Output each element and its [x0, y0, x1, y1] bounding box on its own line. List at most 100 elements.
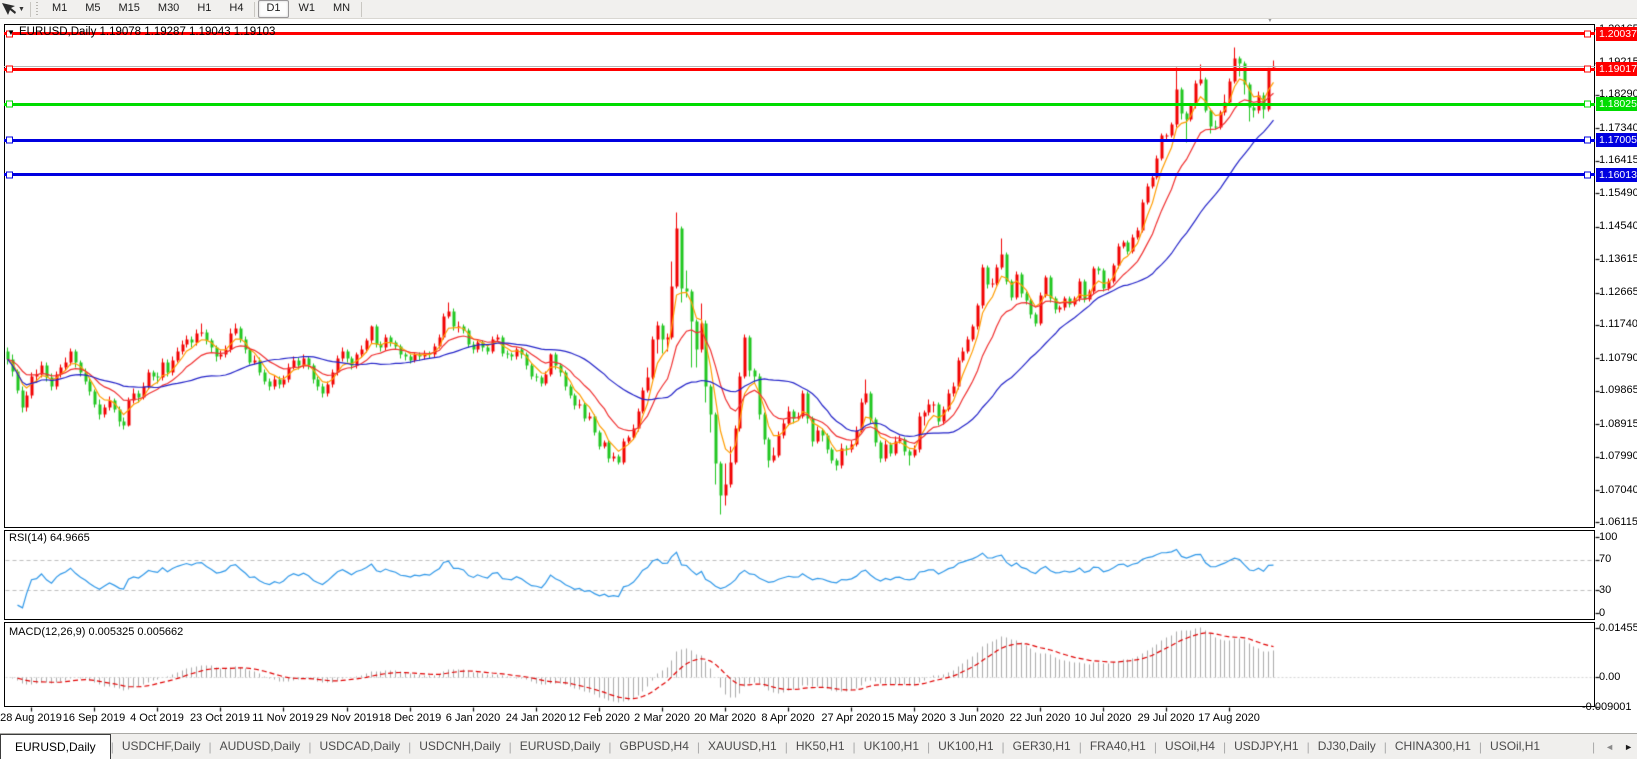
timeframe-button-M30[interactable]: M30 — [150, 0, 187, 18]
timeframe-button-H4[interactable]: H4 — [221, 0, 251, 18]
chart-tab-uk100-h1[interactable]: UK100,H1 — [930, 735, 1001, 758]
chart-tab-usoil-h1[interactable]: USOil,H1 — [1482, 735, 1548, 758]
date-axis-label: 23 Oct 2019 — [190, 712, 250, 724]
date-axis-label: 12 Feb 2020 — [568, 712, 630, 724]
chart-tab-usdcnh-daily[interactable]: USDCNH,Daily — [411, 735, 508, 758]
date-axis-label: 17 Aug 2020 — [1198, 712, 1260, 724]
rsi-scale-label: 30 — [1599, 583, 1612, 596]
date-axis-label: 4 Oct 2019 — [130, 712, 184, 724]
rsi-scale-label: 100 — [1599, 530, 1618, 543]
date-axis-label: 2 Mar 2020 — [634, 712, 690, 724]
line-drag-handle[interactable] — [6, 136, 13, 144]
timeframe-toolbar: ▼ M1 M5 M15 M30 H1 H4 D1 W1 MN — [0, 0, 1637, 19]
date-axis-label: 20 Mar 2020 — [694, 712, 756, 724]
chart-tab-dj30-daily[interactable]: DJ30,Daily — [1310, 735, 1384, 758]
macd-scale-label: 0.00 — [1599, 670, 1621, 683]
price-axis-tick-label: 1.10790 — [1599, 351, 1637, 364]
chart-tab-audusd-daily[interactable]: AUDUSD,Daily — [212, 735, 309, 758]
toolbar-separator — [254, 1, 256, 17]
price-axis-tick-label: 1.07990 — [1599, 450, 1637, 463]
line-drag-handle[interactable] — [1584, 65, 1591, 73]
date-axis-label: 18 Dec 2019 — [378, 712, 442, 724]
chart-symbol-dropdown-icon[interactable]: ▼ — [7, 28, 15, 37]
timeframe-button-W1[interactable]: W1 — [291, 0, 324, 18]
chart-tab-eurusd-daily[interactable]: EURUSD,Daily — [512, 735, 609, 758]
timeframe-button-D1[interactable]: D1 — [258, 0, 289, 18]
cursor-tool-dropdown-icon[interactable]: ▼ — [18, 6, 25, 13]
chart-tab-usdjpy-h1[interactable]: USDJPY,H1 — [1226, 735, 1306, 758]
timeframe-button-M5[interactable]: M5 — [77, 0, 108, 18]
price-axis-tick-label: 1.14540 — [1599, 220, 1637, 233]
timeframe-buttons: M1 M5 M15 M30 H1 H4 D1 W1 MN — [43, 0, 364, 18]
date-axis-label: 6 Jan 2020 — [445, 712, 501, 724]
date-axis-label: 16 Sep 2019 — [62, 712, 126, 724]
chart-tab-hk50-h1[interactable]: HK50,H1 — [788, 735, 853, 758]
line-drag-handle[interactable] — [1584, 171, 1591, 179]
price-axis-tick-label: 1.12665 — [1599, 286, 1637, 298]
price-axis-tick-label: 1.08915 — [1599, 417, 1637, 430]
price-chart-canvas[interactable] — [0, 0, 1637, 759]
horizontal-level-line[interactable] — [4, 171, 1595, 179]
price-level-badge: 1.17005 — [1596, 133, 1637, 148]
timeframe-button-H1[interactable]: H1 — [189, 0, 219, 18]
cursor-tool-icon[interactable] — [1, 2, 17, 17]
tab-scroll-arrows: | ◄ ► — [1586, 734, 1633, 759]
price-level-badge: 1.18025 — [1596, 97, 1637, 112]
price-level-badge: 1.20037 — [1596, 26, 1637, 41]
line-drag-handle[interactable] — [1584, 136, 1591, 144]
toolbar-separator — [361, 1, 363, 17]
timeframe-button-M15[interactable]: M15 — [111, 0, 148, 18]
line-drag-handle[interactable] — [6, 171, 13, 179]
line-drag-handle[interactable] — [1584, 100, 1591, 108]
price-axis-tick-label: 1.16415 — [1599, 154, 1637, 167]
chart-tab-eurusd-daily[interactable]: EURUSD,Daily — [0, 734, 111, 759]
tab-scroll-right-icon[interactable]: ► — [1624, 742, 1633, 752]
date-axis-label: 8 Apr 2020 — [761, 712, 815, 724]
date-axis-label: 10 Jul 2020 — [1074, 712, 1132, 724]
horizontal-level-line[interactable] — [4, 65, 1595, 73]
toolbar-grip[interactable] — [34, 2, 40, 16]
date-axis-label: 24 Jan 2020 — [505, 712, 567, 724]
date-axis-label: 15 May 2020 — [882, 712, 946, 724]
rsi-scale-label: 0 — [1599, 606, 1606, 619]
chart-tab-china300-h1[interactable]: CHINA300,H1 — [1387, 735, 1479, 758]
horizontal-level-line[interactable] — [4, 136, 1595, 144]
horizontal-level-line[interactable] — [4, 100, 1595, 108]
chart-tab-usdcad-daily[interactable]: USDCAD,Daily — [311, 735, 408, 758]
date-axis-label: 11 Nov 2019 — [252, 712, 314, 724]
tabs-holder: EURUSD,Daily | USDCHF,Daily | AUDUSD,Daily | U… — [0, 734, 1548, 759]
chart-tab-fra40-h1[interactable]: FRA40,H1 — [1082, 735, 1154, 758]
chart-tab-bar: EURUSD,Daily | USDCHF,Daily | AUDUSD,Daily | U… — [0, 733, 1637, 759]
chart-tab-uk100-h1[interactable]: UK100,H1 — [856, 735, 927, 758]
price-level-badge: 1.19017 — [1596, 62, 1637, 77]
price-axis-tick-label: 1.17340 — [1599, 121, 1637, 134]
tab-separator: | — [1592, 740, 1596, 754]
line-drag-handle[interactable] — [6, 65, 13, 73]
price-axis-tick-label: 1.13615 — [1599, 252, 1637, 265]
timeframe-button-MN[interactable]: MN — [325, 0, 358, 18]
line-drag-handle[interactable] — [6, 100, 13, 108]
chart-title: EURUSD,Daily 1.19078 1.19287 1.19043 1.1… — [19, 26, 276, 38]
date-axis-label: 3 Jun 2020 — [949, 712, 1005, 724]
line-drag-handle[interactable] — [1584, 30, 1591, 38]
mt4-window: ▼ M1 M5 M15 M30 H1 H4 D1 W1 MN ▼ EURUSD,Daily 1.… — [0, 0, 1637, 759]
date-axis-label: 27 Apr 2020 — [821, 712, 881, 724]
price-axis-tick-label: 1.06115 — [1599, 515, 1637, 528]
chart-tab-gbpusd-h4[interactable]: GBPUSD,H4 — [612, 735, 697, 758]
macd-panel-title: MACD(12,26,9) 0.005325 0.005662 — [9, 626, 184, 638]
price-level-badge: 1.16013 — [1596, 167, 1637, 182]
date-axis-label: 29 Nov 2019 — [315, 712, 379, 724]
date-axis-label: 29 Jul 2020 — [1137, 712, 1195, 724]
macd-scale-label: 0.014556 — [1599, 621, 1637, 634]
chart-tab-xauusd-h1[interactable]: XAUUSD,H1 — [700, 735, 785, 758]
toolbar-separator — [29, 1, 31, 17]
tab-scroll-left-icon[interactable]: ◄ — [1605, 742, 1614, 752]
chart-tab-ger30-h1[interactable]: GER30,H1 — [1005, 735, 1079, 758]
timeframe-button-M1[interactable]: M1 — [44, 0, 75, 18]
chart-tab-usoil-h4[interactable]: USOil,H4 — [1157, 735, 1223, 758]
chart-tab-usdchf-daily[interactable]: USDCHF,Daily — [114, 735, 209, 758]
price-axis-tick-label: 1.11740 — [1599, 318, 1637, 331]
date-axis-label: 28 Aug 2019 — [0, 712, 62, 724]
rsi-panel-title: RSI(14) 64.9665 — [9, 532, 90, 544]
date-axis-label: 22 Jun 2020 — [1009, 712, 1071, 724]
